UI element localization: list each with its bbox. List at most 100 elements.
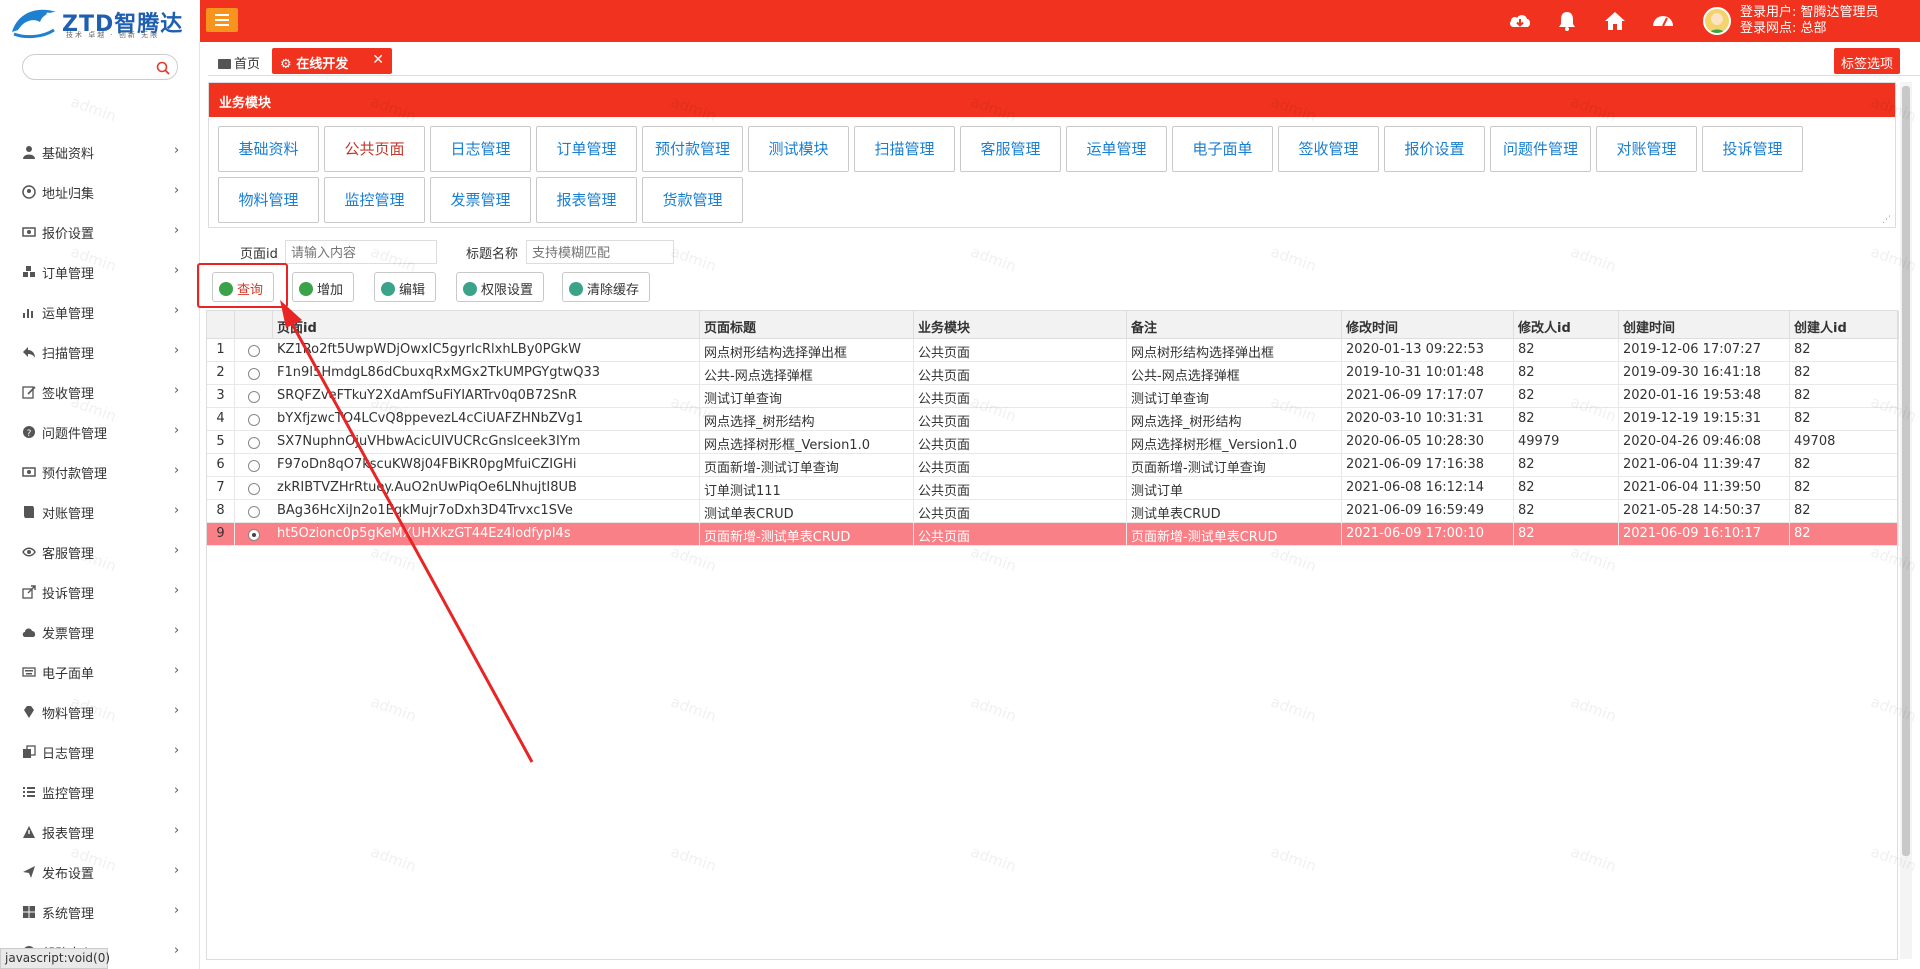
row-radio[interactable]: [248, 483, 260, 495]
sidebar-item[interactable]: 投诉管理 ›: [0, 572, 200, 612]
sidebar-item[interactable]: 扫描管理 ›: [0, 332, 200, 372]
page-scrollbar[interactable]: [1900, 82, 1912, 959]
tab-home[interactable]: 首页: [212, 50, 266, 74]
table-cell: 网点选择树形框_Version1.0: [700, 431, 914, 454]
sidebar-item[interactable]: 报表管理 ›: [0, 812, 200, 852]
edit-button[interactable]: 编辑: [374, 272, 436, 302]
chevron-right-icon: ›: [174, 343, 180, 358]
row-radio[interactable]: [248, 529, 260, 541]
column-header[interactable]: 创建时间: [1619, 311, 1790, 339]
module-button[interactable]: 发票管理: [430, 177, 531, 223]
sidebar-item[interactable]: 系统管理 ›: [0, 892, 200, 932]
module-button[interactable]: 投诉管理: [1702, 126, 1803, 172]
table-row[interactable]: 1 KZ1Ro2ft5UwpWDjOwxIC5gyrIcRlxhLBy0PGkW 网…: [207, 339, 1899, 362]
permission-settings-button[interactable]: 权限设置: [456, 272, 544, 302]
scrollbar-thumb[interactable]: [1902, 86, 1910, 856]
row-radio[interactable]: [248, 345, 260, 357]
module-button[interactable]: 基础资料: [218, 126, 319, 172]
table-row[interactable]: 6 F97oDn8qO7kscuKW8j04FBiKR0pgMfuiCZIGHi 页…: [207, 454, 1899, 477]
sidebar-item[interactable]: 监控管理 ›: [0, 772, 200, 812]
module-button[interactable]: 问题件管理: [1490, 126, 1591, 172]
sidebar-item-label: 监控管理: [42, 787, 95, 802]
column-header[interactable]: 页面标题: [700, 311, 914, 339]
table-cell: bYXfjzwcTO4LCvQ8ppevezL4cCiUAFZHNbZVg1: [273, 408, 700, 431]
menu-toggle-button[interactable]: [206, 8, 238, 32]
sidebar-item[interactable]: 发布设置 ›: [0, 852, 200, 892]
column-header[interactable]: 页面id: [273, 311, 700, 339]
sidebar-item[interactable]: 运单管理 ›: [0, 292, 200, 332]
module-button[interactable]: 订单管理: [536, 126, 637, 172]
table-row[interactable]: 9 ht5Ozionc0p5gKeMXUHXkzGT44Ez4lodfypI4s 页…: [207, 523, 1899, 546]
search-icon[interactable]: [156, 61, 170, 75]
clear-cache-button[interactable]: 清除缓存: [562, 272, 650, 302]
module-button[interactable]: 测试模块: [748, 126, 849, 172]
module-button[interactable]: 公共页面: [324, 126, 425, 172]
sidebar-item[interactable]: 预付款管理 ›: [0, 452, 200, 492]
module-button[interactable]: 运单管理: [1066, 126, 1167, 172]
sidebar-item[interactable]: 发票管理 ›: [0, 612, 200, 652]
row-radio[interactable]: [248, 368, 260, 380]
avatar[interactable]: [1703, 7, 1731, 35]
bell-icon[interactable]: [1555, 10, 1579, 32]
column-header[interactable]: 业务模块: [914, 311, 1127, 339]
module-button[interactable]: 签收管理: [1278, 126, 1379, 172]
module-button[interactable]: 物料管理: [218, 177, 319, 223]
row-radio[interactable]: [248, 506, 260, 518]
resize-handle-icon[interactable]: ⋰: [1882, 215, 1891, 225]
table-cell: 82: [1514, 454, 1619, 477]
module-button[interactable]: 对账管理: [1596, 126, 1697, 172]
sidebar-item[interactable]: ? 问题件管理 ›: [0, 412, 200, 452]
module-button[interactable]: 电子面单: [1172, 126, 1273, 172]
module-button[interactable]: 报价设置: [1384, 126, 1485, 172]
add-button[interactable]: 增加: [292, 272, 354, 302]
sidebar-item[interactable]: 报价设置 ›: [0, 212, 200, 252]
row-radio[interactable]: [248, 437, 260, 449]
row-radio[interactable]: [248, 460, 260, 472]
table-row[interactable]: 7 zkRIBTVZHrRtuey.AuO2nUwPiqOe6LNhujtI8UB…: [207, 477, 1899, 500]
table-row[interactable]: 4 bYXfjzwcTO4LCvQ8ppevezL4cCiUAFZHNbZVg1 网…: [207, 408, 1899, 431]
sidebar-search-input[interactable]: [22, 54, 178, 80]
sidebar-item[interactable]: 签收管理 ›: [0, 372, 200, 412]
sidebar-item[interactable]: 对账管理 ›: [0, 492, 200, 532]
dashboard-icon[interactable]: [1651, 10, 1675, 32]
logo[interactable]: ZTD智腾达 技术 卓越 · 创新 无限: [0, 0, 200, 42]
cloud-download-icon[interactable]: [1508, 10, 1532, 32]
sidebar-item[interactable]: 地址归集 ›: [0, 172, 200, 212]
tab-options-button[interactable]: 标签选项: [1834, 48, 1900, 74]
column-header[interactable]: 修改人id: [1514, 311, 1619, 339]
user-info[interactable]: 登录用户: 智腾达管理员 登录网点: 总部: [1740, 5, 1879, 37]
table-row[interactable]: 3 SRQFZveFTkuY2XdAmfSuFiYIARTrv0q0B72SnR 测…: [207, 385, 1899, 408]
sidebar-item[interactable]: 订单管理 ›: [0, 252, 200, 292]
column-header[interactable]: 修改时间: [1342, 311, 1514, 339]
sidebar-item[interactable]: 物料管理 ›: [0, 692, 200, 732]
sidebar-item[interactable]: 电子面单 ›: [0, 652, 200, 692]
module-button[interactable]: 监控管理: [324, 177, 425, 223]
table-row[interactable]: 8 BAg36HcXiJn2o1EqkMujr7oDxh3D4Trvxc1SVe 测…: [207, 500, 1899, 523]
module-button[interactable]: 货款管理: [642, 177, 743, 223]
module-button[interactable]: 报表管理: [536, 177, 637, 223]
home-icon[interactable]: [1603, 10, 1627, 32]
table-row[interactable]: 2 F1n9I5HmdgL86dCbuxqRxMGx2TkUMPGYgtwQ33 公…: [207, 362, 1899, 385]
table-row[interactable]: 5 SX7NuphnOjuVHbwAcicUIVUCRcGnslceek3IYm 网…: [207, 431, 1899, 454]
module-button[interactable]: 客服管理: [960, 126, 1061, 172]
module-button[interactable]: 扫描管理: [854, 126, 955, 172]
sidebar-item[interactable]: 基础资料 ›: [0, 132, 200, 172]
table-cell: 82: [1514, 500, 1619, 523]
tab-online-dev[interactable]: ⚙ 在线开发 ✕: [272, 48, 392, 74]
sidebar-item[interactable]: 客服管理 ›: [0, 532, 200, 572]
table-cell: 82: [1790, 408, 1899, 431]
title-input[interactable]: [526, 240, 674, 264]
row-radio[interactable]: [248, 391, 260, 403]
sidebar-item[interactable]: 日志管理 ›: [0, 732, 200, 772]
close-icon[interactable]: ✕: [372, 52, 384, 68]
row-radio[interactable]: [248, 414, 260, 426]
chevron-right-icon: ›: [174, 263, 180, 278]
module-button[interactable]: 预付款管理: [642, 126, 743, 172]
module-button[interactable]: 日志管理: [430, 126, 531, 172]
sidebar-item-label: 投诉管理: [42, 587, 95, 602]
query-button[interactable]: 查询: [212, 272, 274, 302]
table-cell: 公共-网点选择弹框: [1127, 362, 1342, 385]
page-id-input[interactable]: [285, 240, 437, 264]
column-header[interactable]: 备注: [1127, 311, 1342, 339]
column-header[interactable]: 创建人id: [1790, 311, 1899, 339]
